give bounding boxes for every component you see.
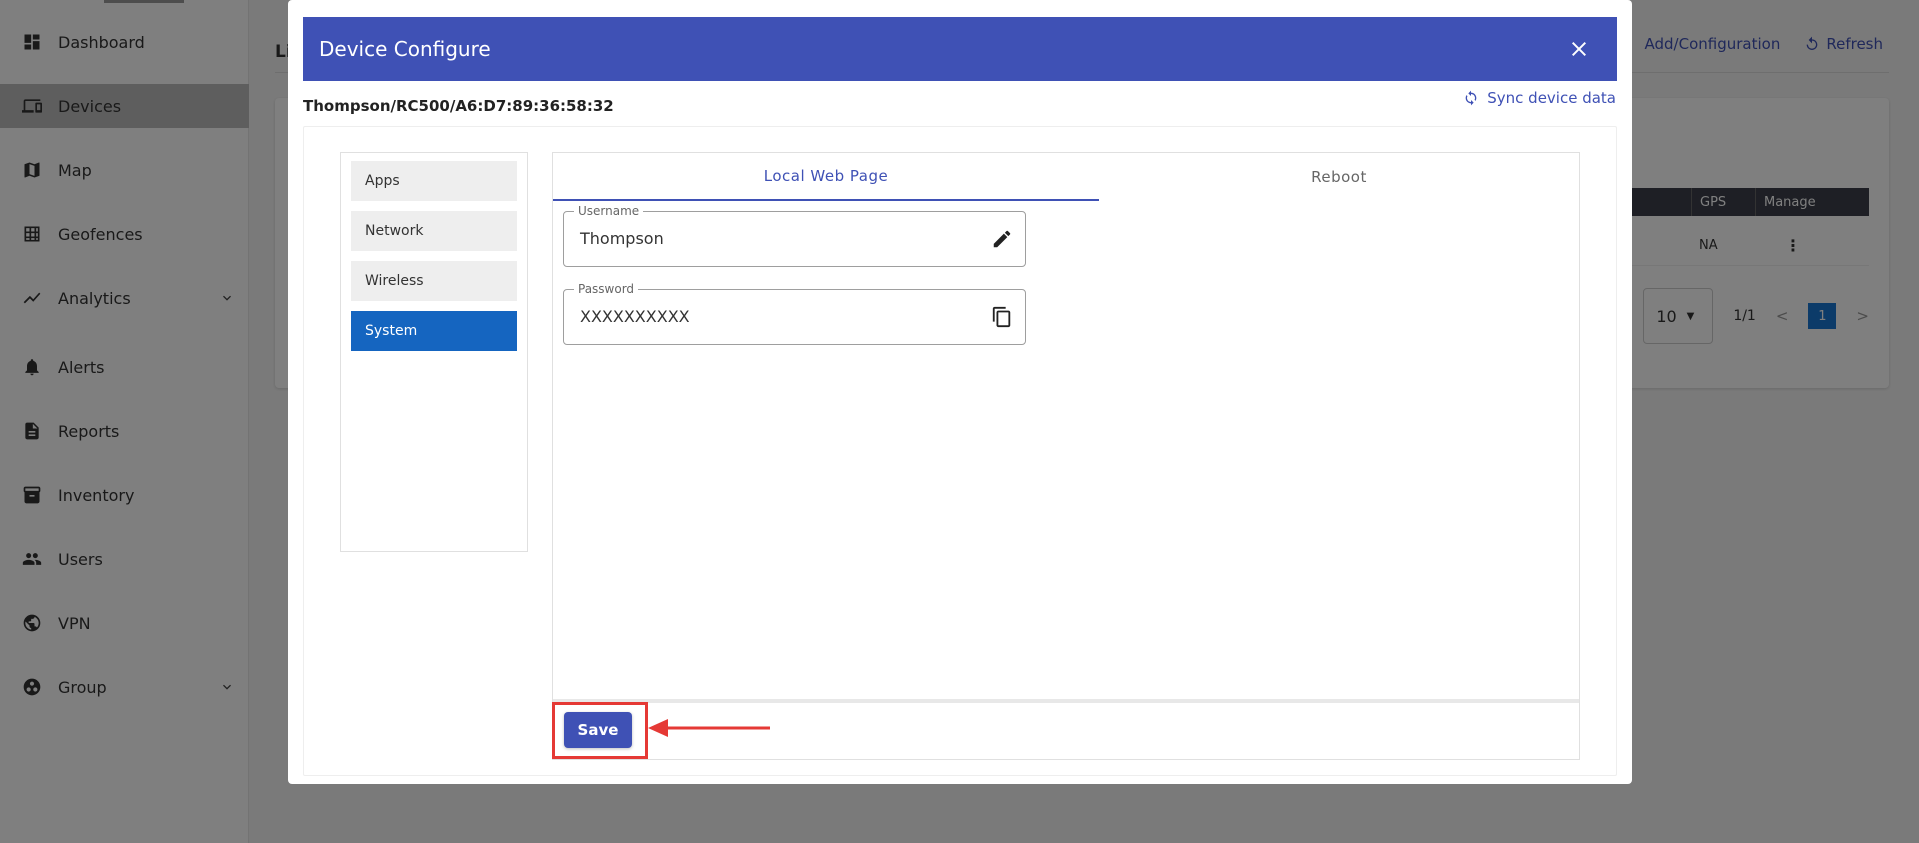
device-configure-dialog: Device Configure Thompson/RC500/A6:D7:89… [288,0,1632,784]
close-icon[interactable] [1567,37,1591,61]
copy-icon[interactable] [991,306,1013,328]
edit-icon[interactable] [991,228,1013,250]
tab-reboot[interactable]: Reboot [1099,153,1579,201]
menu-item-system[interactable]: System [351,311,517,351]
device-path: Thompson/RC500/A6:D7:89:36:58:32 [303,97,614,115]
tab-bar: Local Web Page Reboot [553,153,1579,201]
menu-item-network[interactable]: Network [351,211,517,251]
password-label: Password [574,282,639,296]
sync-label: Sync device data [1487,89,1616,107]
footer-divider [553,699,1579,703]
system-panel: Local Web Page Reboot Username Thompson … [552,152,1580,760]
menu-item-wireless[interactable]: Wireless [351,261,517,301]
username-value: Thompson [580,229,664,248]
username-label: Username [574,204,644,218]
config-menu: Apps Network Wireless System [340,152,528,552]
dialog-title: Device Configure [319,37,491,61]
tab-local-web-page[interactable]: Local Web Page [553,153,1099,201]
username-field[interactable]: Username Thompson [563,204,1026,267]
sync-device-data-button[interactable]: Sync device data [1463,89,1616,107]
arrow-left-icon [648,719,770,737]
highlight-box [552,702,648,759]
menu-item-apps[interactable]: Apps [351,161,517,201]
password-field[interactable]: Password XXXXXXXXXX [563,282,1026,345]
dialog-header: Device Configure [303,17,1617,81]
password-value: XXXXXXXXXX [580,307,690,326]
sync-icon [1465,90,1477,106]
